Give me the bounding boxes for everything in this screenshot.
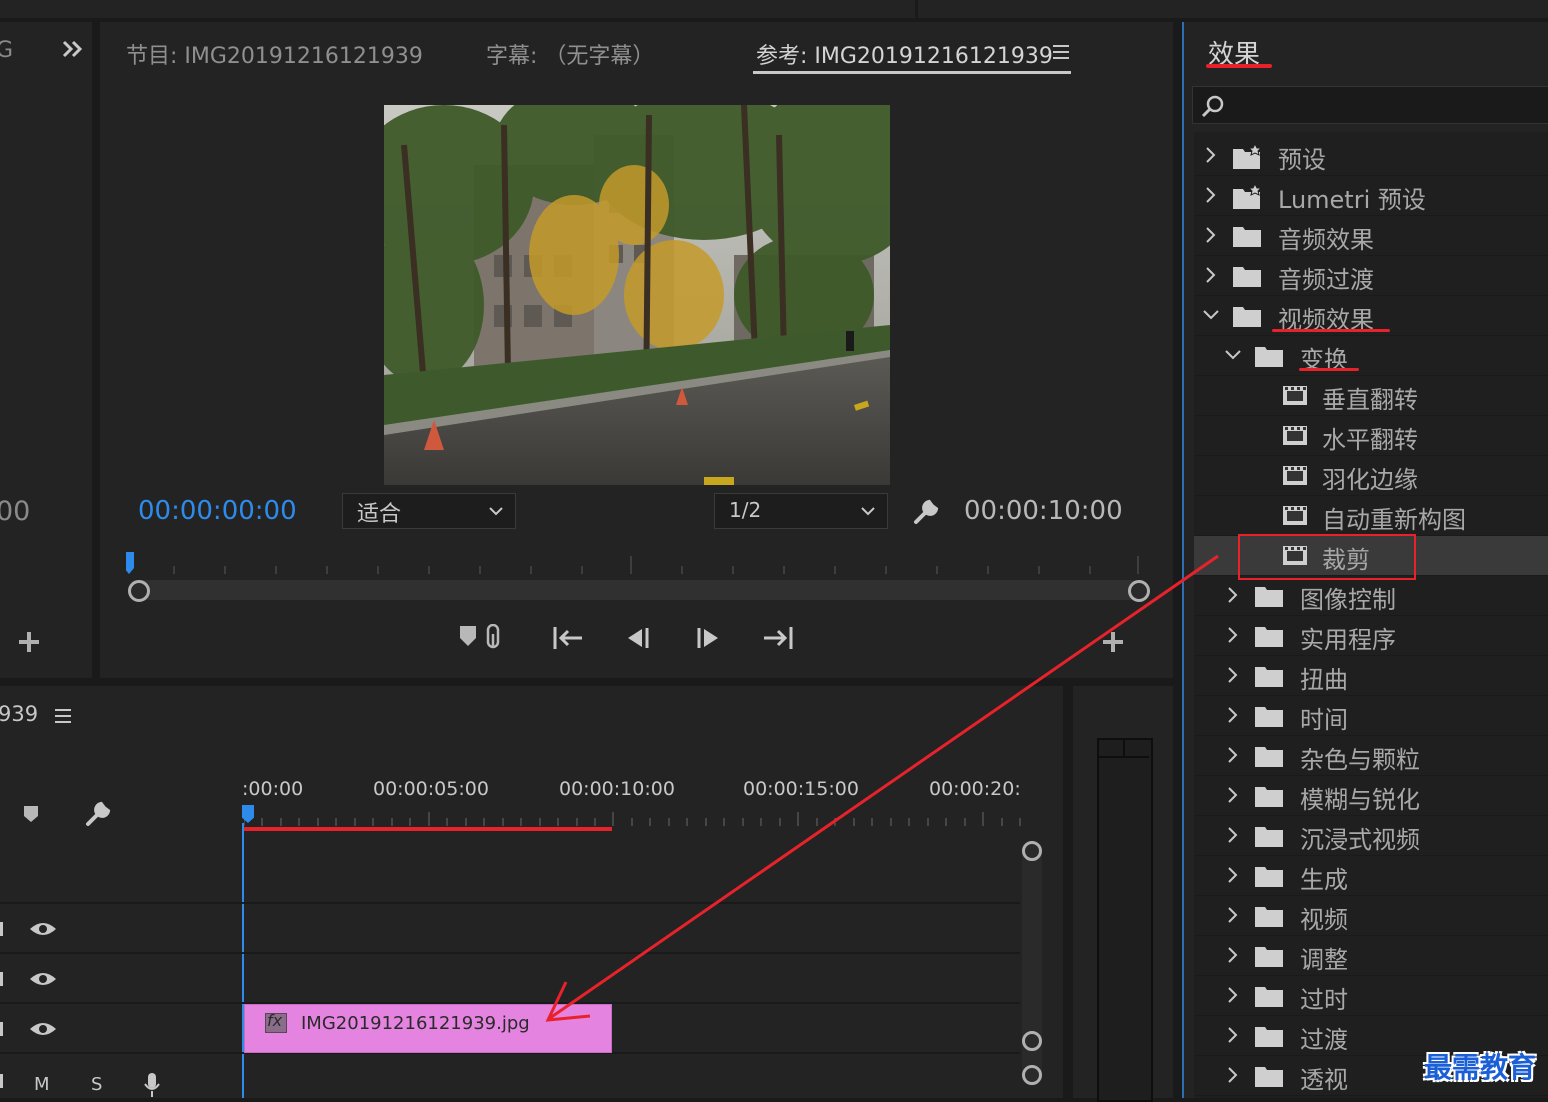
watermark: 最需教育 (1424, 1051, 1537, 1084)
annotation-arrow (545, 554, 1219, 1022)
